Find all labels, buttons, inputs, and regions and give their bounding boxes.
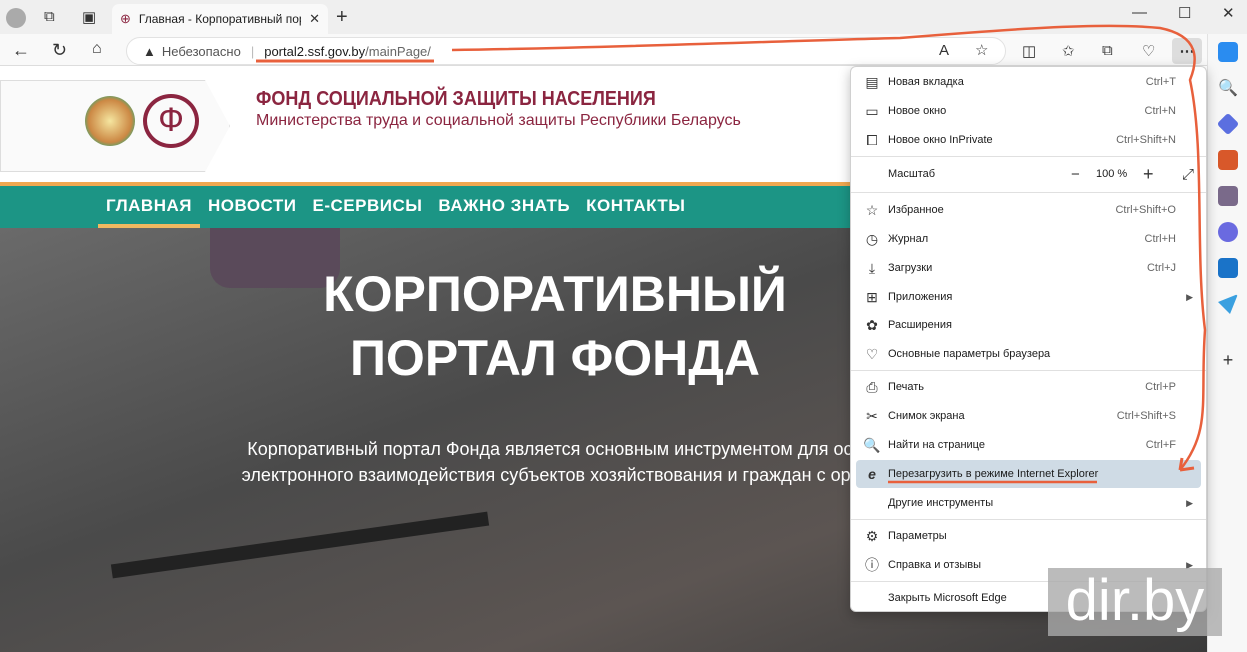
url-host: portal2.ssf.gov.by	[264, 43, 366, 59]
copilot-icon[interactable]	[1218, 42, 1238, 62]
home-icon[interactable]: ⌂	[92, 40, 102, 58]
site-subtitle: Министерства труда и социальной защиты Р…	[256, 112, 741, 129]
settings-menu: ▤ Новая вкладка Ctrl+T ▭ Новое окно Ctrl+N ⧠…	[850, 66, 1207, 612]
belarus-emblem-logo	[85, 96, 135, 146]
close-tab-icon[interactable]: ✕	[309, 11, 320, 27]
hero-title: КОРПОРАТИВНЫЙ ПОРТАЛ ФОНДА	[323, 266, 787, 386]
settings-icon: ⚙	[865, 527, 879, 544]
edge-sidebar: 🔍 +	[1207, 34, 1247, 652]
help-icon: ⓘ	[865, 557, 879, 573]
menu-favorites[interactable]: ☆ Избранное Ctrl+Shift+O	[856, 196, 1201, 224]
site-title: ФОНД СОЦИАЛЬНОЙ ЗАЩИТЫ НАСЕЛЕНИЯ	[256, 88, 656, 110]
menu-zoom: Масштаб − 100 % + ⤢	[888, 163, 1195, 185]
add-icon[interactable]: +	[1218, 350, 1238, 370]
print-icon: ⎙	[866, 378, 878, 395]
inprivate-icon: ⧠	[866, 131, 878, 148]
menu-new-window[interactable]: ▭ Новое окно Ctrl+N	[856, 97, 1201, 125]
performance-icon[interactable]: ♡	[1142, 42, 1155, 60]
new-tab-icon: ▤	[865, 73, 879, 90]
send-icon[interactable]	[1218, 294, 1238, 314]
outlook-icon[interactable]	[1218, 258, 1238, 278]
favorite-star-icon[interactable]: ☆	[975, 41, 988, 59]
nav-home[interactable]: ГЛАВНАЯ	[98, 186, 200, 228]
find-icon: 🔍	[863, 436, 881, 453]
favorites-icon[interactable]: ✩	[1062, 42, 1075, 60]
menu-new-tab[interactable]: ▤ Новая вкладка Ctrl+T	[856, 68, 1201, 96]
collections-icon[interactable]: ⧉	[1102, 42, 1113, 59]
menu-more-tools[interactable]: Другие инструменты ▶	[856, 489, 1201, 517]
tab-active[interactable]: ⊕ Главная - Корпоративный портал ✕	[112, 4, 328, 34]
menu-settings[interactable]: ⚙ Параметры	[856, 522, 1201, 550]
download-icon: ⤓	[868, 259, 876, 276]
new-tab-icon[interactable]: +	[336, 6, 348, 29]
split-screen-icon[interactable]: ◫	[1022, 42, 1036, 60]
watermark: dir.by	[1048, 568, 1222, 636]
ie-icon: e	[868, 466, 876, 482]
apps-icon: ⊞	[866, 288, 878, 305]
warning-icon: ▲	[143, 43, 156, 59]
fullscreen-icon[interactable]: ⤢	[1182, 166, 1194, 183]
nav-contacts[interactable]: КОНТАКТЫ	[578, 186, 693, 228]
read-aloud-icon[interactable]: A	[939, 42, 949, 59]
tab-bar: ⧉ ▣ ⊕ Главная - Корпоративный портал ✕ +…	[0, 0, 1247, 34]
submenu-arrow-icon: ▶	[1186, 497, 1193, 508]
profile-icon[interactable]	[6, 8, 26, 28]
microsoft365-icon[interactable]	[1218, 222, 1238, 242]
tab-title: Главная - Корпоративный портал	[138, 12, 301, 26]
zoom-value: 100 %	[1096, 168, 1128, 180]
vertical-tabs-icon[interactable]: ▣	[82, 8, 96, 26]
games-icon[interactable]	[1218, 186, 1238, 206]
zoom-out-button[interactable]: −	[1071, 166, 1080, 183]
maximize-icon[interactable]: ☐	[1178, 4, 1191, 22]
health-icon: ♡	[865, 345, 879, 362]
menu-apps[interactable]: ⊞ Приложения ▶	[856, 283, 1201, 311]
workspaces-icon[interactable]: ⧉	[44, 8, 55, 25]
favicon-icon: ⊕	[120, 11, 131, 26]
security-label[interactable]: Небезопасно	[162, 44, 241, 59]
nav-news[interactable]: НОВОСТИ	[200, 186, 305, 228]
menu-browser-essentials[interactable]: ♡ Основные параметры браузера	[856, 340, 1201, 368]
back-icon[interactable]: ←	[12, 40, 30, 61]
nav-important[interactable]: ВАЖНО ЗНАТЬ	[430, 186, 578, 228]
screenshot-icon: ✂	[866, 407, 878, 424]
search-icon[interactable]: 🔍	[1218, 78, 1238, 98]
fund-logo[interactable]: Ф	[143, 94, 199, 148]
address-bar[interactable]: ▲ Небезопасно | portal2.ssf.gov.by/mainP…	[126, 37, 1006, 65]
refresh-icon[interactable]: ↻	[52, 40, 67, 61]
menu-history[interactable]: ◷ Журнал Ctrl+H	[856, 225, 1201, 253]
menu-print[interactable]: ⎙ Печать Ctrl+P	[856, 373, 1201, 401]
url-path: /mainPage/	[365, 43, 431, 59]
submenu-arrow-icon: ▶	[1186, 291, 1193, 302]
window-icon: ▭	[865, 102, 879, 119]
menu-find[interactable]: 🔍 Найти на странице Ctrl+F	[856, 431, 1201, 459]
menu-extensions[interactable]: ✿ Расширения	[856, 311, 1201, 339]
nav-e-services[interactable]: Е-СЕРВИСЫ	[305, 186, 431, 228]
zoom-in-button[interactable]: +	[1143, 164, 1154, 185]
tools-icon[interactable]	[1218, 150, 1238, 170]
history-icon: ◷	[865, 230, 879, 247]
favorites-icon: ☆	[865, 201, 879, 218]
menu-inprivate[interactable]: ⧠ Новое окно InPrivate Ctrl+Shift+N	[856, 126, 1201, 154]
close-window-icon[interactable]: ✕	[1222, 4, 1235, 22]
menu-screenshot[interactable]: ✂ Снимок экрана Ctrl+Shift+S	[856, 402, 1201, 430]
minimize-icon[interactable]: —	[1132, 4, 1147, 21]
more-menu-button[interactable]: ⋯	[1172, 38, 1202, 64]
menu-reload-ie-mode[interactable]: e Перезагрузить в режиме Internet Explore…	[856, 460, 1201, 488]
extensions-icon: ✿	[866, 316, 878, 333]
shopping-icon[interactable]	[1216, 112, 1240, 136]
menu-downloads[interactable]: ⤓ Загрузки Ctrl+J	[856, 254, 1201, 282]
